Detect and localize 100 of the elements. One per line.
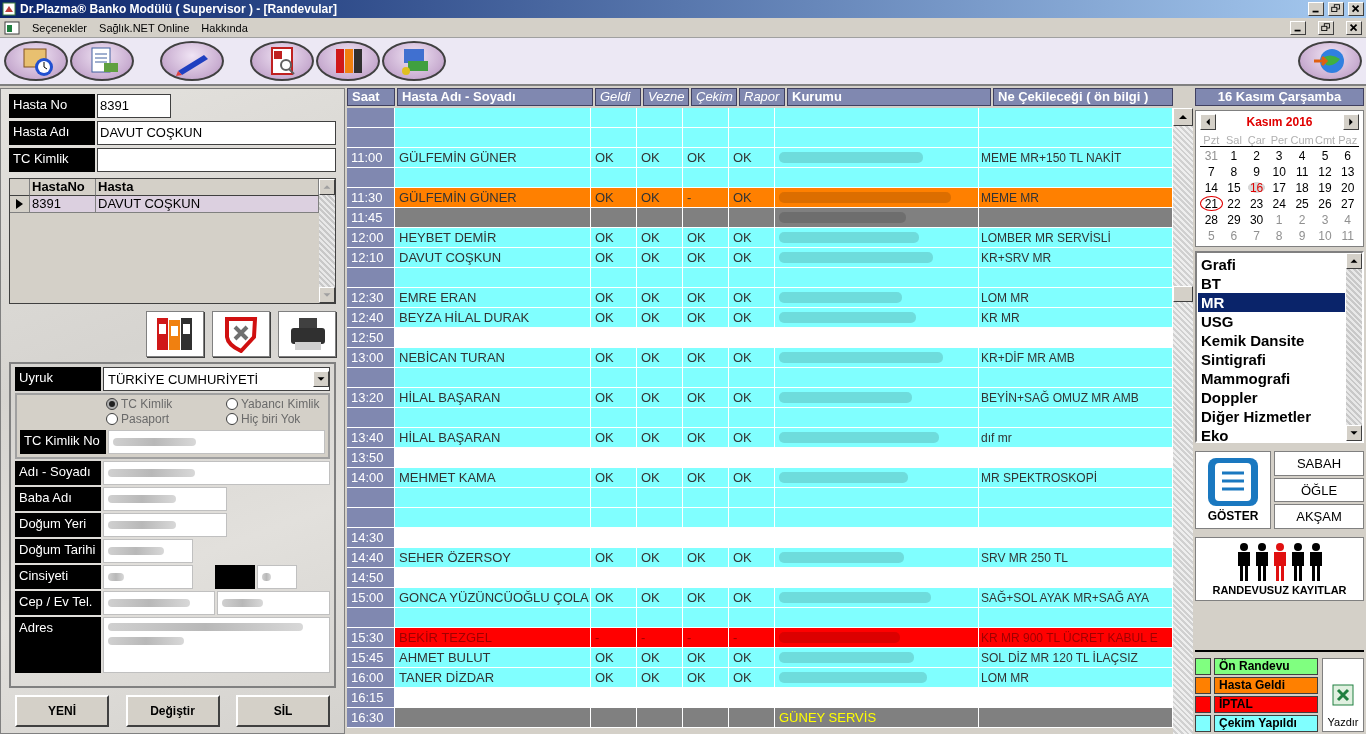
print-button[interactable] <box>278 311 336 357</box>
close-button[interactable] <box>1348 2 1364 16</box>
calendar-day[interactable]: 25 <box>1290 196 1314 211</box>
calendar-day[interactable]: 1 <box>1222 148 1246 163</box>
scroll-thumb[interactable] <box>1173 286 1193 302</box>
minimize-button[interactable] <box>1290 20 1306 35</box>
archive-button[interactable] <box>146 311 204 357</box>
list-item[interactable]: Sintigrafi <box>1198 350 1345 369</box>
toolbar-button[interactable] <box>382 41 446 81</box>
calendar-day[interactable]: 30 <box>1245 212 1268 227</box>
calendar-day[interactable]: 6 <box>1336 148 1359 163</box>
calendar-day[interactable]: 16 <box>1245 180 1268 195</box>
show-button[interactable]: GÖSTER <box>1195 451 1271 529</box>
toolbar-button[interactable] <box>316 41 380 81</box>
calendar-day[interactable]: 24 <box>1267 196 1291 211</box>
calendar-day[interactable]: 12 <box>1313 164 1337 179</box>
input-field[interactable]: DAVUT COŞKUN <box>97 121 336 145</box>
calendar-day[interactable]: 13 <box>1336 164 1359 179</box>
calendar-day[interactable]: 3 <box>1267 148 1291 163</box>
list-item[interactable]: BT <box>1198 274 1345 293</box>
input-field[interactable] <box>103 539 193 563</box>
toolbar-button[interactable] <box>250 41 314 81</box>
walk-in-button[interactable]: RANDEVUSUZ KAYITLAR <box>1195 537 1364 601</box>
input-field[interactable] <box>103 591 215 615</box>
list-item[interactable]: MR <box>1198 293 1345 312</box>
scroll-up-button[interactable] <box>1173 108 1193 126</box>
legend-label: Hasta Geldi <box>1214 677 1318 694</box>
input-field[interactable] <box>103 565 193 589</box>
calendar-day[interactable]: 18 <box>1290 180 1314 195</box>
calendar-day[interactable]: 10 <box>1267 164 1291 179</box>
dropdown-button[interactable] <box>313 371 329 387</box>
calendar-day[interactable]: 11 <box>1290 164 1314 179</box>
calendar-day[interactable]: 14 <box>1200 180 1223 195</box>
toolbar-button[interactable] <box>160 41 224 81</box>
menu-item[interactable]: Hakkında <box>201 21 248 34</box>
print-button[interactable]: Yazdır <box>1322 658 1364 732</box>
calendar-day[interactable]: 17 <box>1267 180 1291 195</box>
input-field[interactable] <box>108 430 325 454</box>
calendar-day[interactable]: 28 <box>1200 212 1223 227</box>
calendar-day[interactable]: 23 <box>1245 196 1268 211</box>
action-button[interactable]: YENİ <box>15 695 109 727</box>
table-cell[interactable]: 8391 <box>30 196 96 213</box>
input-field[interactable] <box>97 148 336 172</box>
shift-button[interactable]: AKŞAM <box>1274 504 1364 529</box>
calendar-day[interactable]: 5 <box>1313 148 1337 163</box>
input-field[interactable] <box>103 513 227 537</box>
close-button[interactable] <box>1346 20 1362 35</box>
list-item[interactable]: Mammografi <box>1198 369 1345 388</box>
calendar-day[interactable]: 22 <box>1222 196 1246 211</box>
input-field[interactable] <box>103 487 227 511</box>
previous-button[interactable] <box>1200 114 1216 130</box>
calendar-day[interactable]: 2 <box>1245 148 1268 163</box>
next-button[interactable] <box>1343 114 1359 130</box>
calendar-day[interactable]: 29 <box>1222 212 1246 227</box>
minimize-button[interactable] <box>1308 2 1324 16</box>
shift-button[interactable]: ÖĞLE <box>1274 477 1364 503</box>
scroll-up-button[interactable] <box>1346 253 1362 269</box>
scrollbar[interactable] <box>1173 108 1193 734</box>
field-label: Uyruk <box>15 367 101 391</box>
menu-item[interactable]: Seçenekler <box>32 21 88 34</box>
address-field[interactable] <box>103 617 330 673</box>
list-item[interactable]: Eko <box>1198 426 1345 445</box>
calendar-day[interactable]: 7 <box>1200 164 1223 179</box>
input-field[interactable] <box>217 591 330 615</box>
toolbar-button[interactable] <box>70 41 134 81</box>
list-item[interactable]: Doppler <box>1198 388 1345 407</box>
action-button[interactable]: Değiştir <box>125 695 220 727</box>
list-item[interactable]: USG <box>1198 312 1345 331</box>
list-item[interactable]: Diğer Hizmetler <box>1198 407 1345 426</box>
calendar-day[interactable]: 26 <box>1313 196 1337 211</box>
toolbar-button[interactable] <box>4 41 68 81</box>
table-cell[interactable]: DAVUT COŞKUN <box>96 196 319 213</box>
field-label: Hasta Adı <box>9 121 95 145</box>
calendar-day[interactable]: 27 <box>1336 196 1359 211</box>
nationality-select[interactable]: TÜRKİYE CUMHURİYETİ <box>103 367 330 391</box>
input-field[interactable] <box>103 461 330 485</box>
restore-button[interactable] <box>1328 2 1344 16</box>
column-header: Hasta Adı - Soyadı <box>397 88 593 106</box>
scroll-down-button[interactable] <box>1346 425 1362 441</box>
scroll-up-button[interactable] <box>319 179 335 195</box>
list-item[interactable]: Grafi <box>1198 255 1345 274</box>
input-field[interactable]: 8391 <box>97 94 171 118</box>
scrollbar[interactable] <box>319 179 335 303</box>
delete-button[interactable] <box>212 311 270 357</box>
restore-button[interactable] <box>1318 20 1334 35</box>
calendar-day[interactable]: 19 <box>1313 180 1337 195</box>
input-field[interactable] <box>257 565 297 589</box>
calendar-day[interactable]: 8 <box>1222 164 1246 179</box>
scrollbar[interactable] <box>1346 253 1362 441</box>
list-item[interactable]: Kemik Dansite <box>1198 331 1345 350</box>
scroll-down-button[interactable] <box>319 287 335 303</box>
menu-item[interactable]: Sağlık.NET Online <box>99 21 190 34</box>
toolbar-button[interactable] <box>1298 41 1362 81</box>
table-cell: 13:00 <box>347 348 395 368</box>
shift-button[interactable]: SABAH <box>1274 451 1364 476</box>
calendar-day[interactable]: 9 <box>1245 164 1268 179</box>
calendar-day[interactable]: 15 <box>1222 180 1246 195</box>
action-button[interactable]: SİL <box>236 695 330 727</box>
calendar-day[interactable]: 20 <box>1336 180 1359 195</box>
calendar-day[interactable]: 4 <box>1290 148 1314 163</box>
